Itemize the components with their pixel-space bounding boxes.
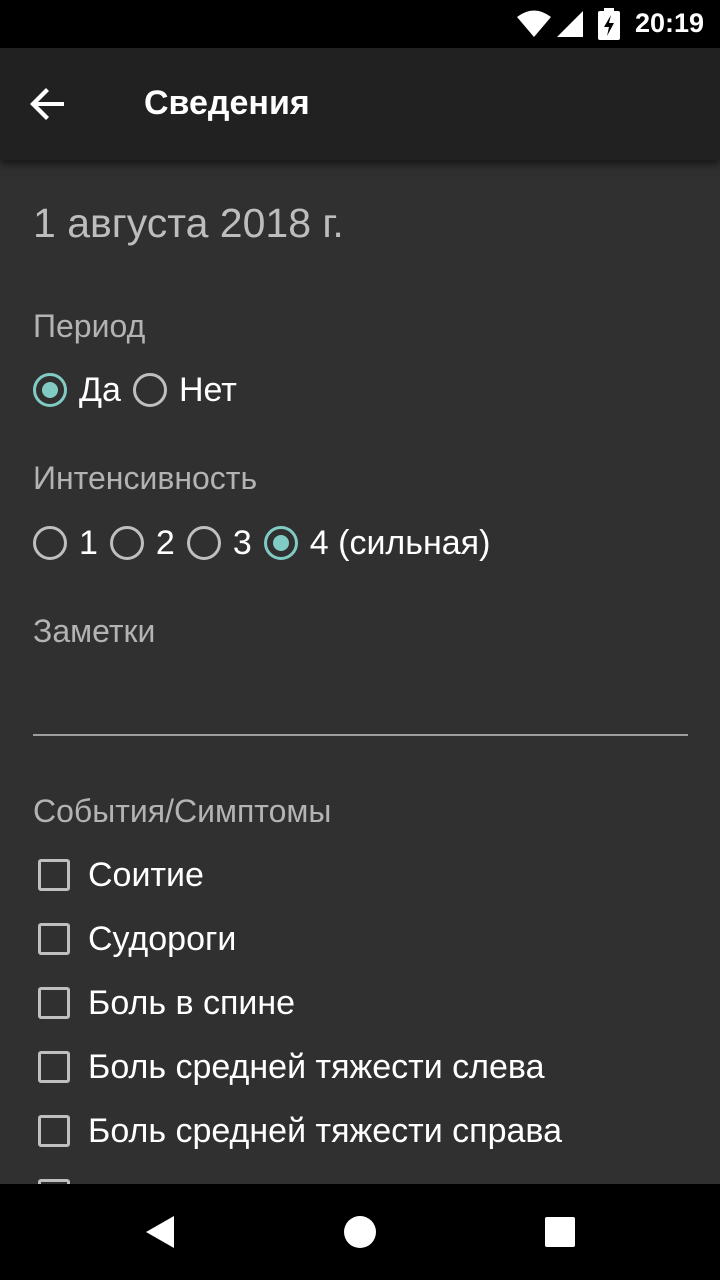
event-checkbox-left-pain[interactable]: Боль средней тяжести слева <box>38 1047 545 1087</box>
status-time: 20:19 <box>634 8 704 38</box>
notes-underline <box>33 734 688 736</box>
event-checkbox-cramps[interactable]: Судороги <box>38 919 236 959</box>
notes-input[interactable] <box>33 675 688 733</box>
period-no-radio[interactable]: Нет <box>132 371 237 410</box>
checkbox-unchecked-icon <box>38 859 70 891</box>
event-checkbox-right-pain[interactable]: Боль средней тяжести справа <box>38 1111 562 1151</box>
checkbox-unchecked-icon <box>38 987 70 1019</box>
events-label: События/Симптомы <box>33 793 332 829</box>
radio-unchecked-icon <box>109 526 144 560</box>
nav-home-icon <box>344 1216 376 1248</box>
arrow-back-icon <box>30 88 64 120</box>
nav-recents-button[interactable] <box>536 1208 584 1256</box>
checkbox-unchecked-icon <box>38 923 70 955</box>
radio-checked-icon <box>33 373 67 407</box>
checkbox-unchecked-icon <box>38 1051 70 1083</box>
app-bar: Сведения <box>0 48 720 160</box>
intensity-3-radio[interactable]: 3 <box>186 524 252 563</box>
event-checkbox-back-pain[interactable]: Боль в спине <box>38 983 295 1023</box>
intensity-label: Интенсивность <box>33 460 258 496</box>
battery-charging-icon <box>598 8 620 40</box>
period-yes-radio[interactable]: Да <box>33 371 121 410</box>
intensity-4-radio[interactable]: 4 (сильная) <box>263 524 490 563</box>
entry-date: 1 августа 2018 г. <box>33 200 344 246</box>
checkbox-unchecked-icon <box>38 1115 70 1147</box>
radio-unchecked-icon <box>186 526 221 560</box>
nav-recents-icon <box>545 1217 575 1247</box>
period-radio-group: Да Нет <box>33 366 249 414</box>
event-checkbox-intercourse[interactable]: Соитие <box>38 855 204 895</box>
radio-unchecked-icon <box>33 526 67 560</box>
details-content[interactable]: 1 августа 2018 г. Период Да Нет Интенсив… <box>0 160 720 1184</box>
wifi-icon <box>517 10 551 37</box>
nav-back-icon <box>146 1216 174 1248</box>
radio-unchecked-icon <box>132 373 167 407</box>
event-checkbox-next[interactable] <box>38 1175 88 1184</box>
radio-checked-icon <box>263 526 298 560</box>
cell-signal-icon <box>557 11 583 37</box>
intensity-2-radio[interactable]: 2 <box>109 524 175 563</box>
nav-back-button[interactable] <box>136 1208 184 1256</box>
period-label: Период <box>33 308 146 344</box>
status-bar: 20:19 <box>0 0 720 48</box>
page-title: Сведения <box>144 84 310 122</box>
intensity-1-radio[interactable]: 1 <box>33 524 98 563</box>
notes-label: Заметки <box>33 613 156 649</box>
back-button[interactable] <box>24 80 72 128</box>
intensity-radio-group: 1 2 3 4 (сильная) <box>33 519 502 567</box>
navigation-bar <box>0 1184 720 1280</box>
nav-home-button[interactable] <box>336 1208 384 1256</box>
